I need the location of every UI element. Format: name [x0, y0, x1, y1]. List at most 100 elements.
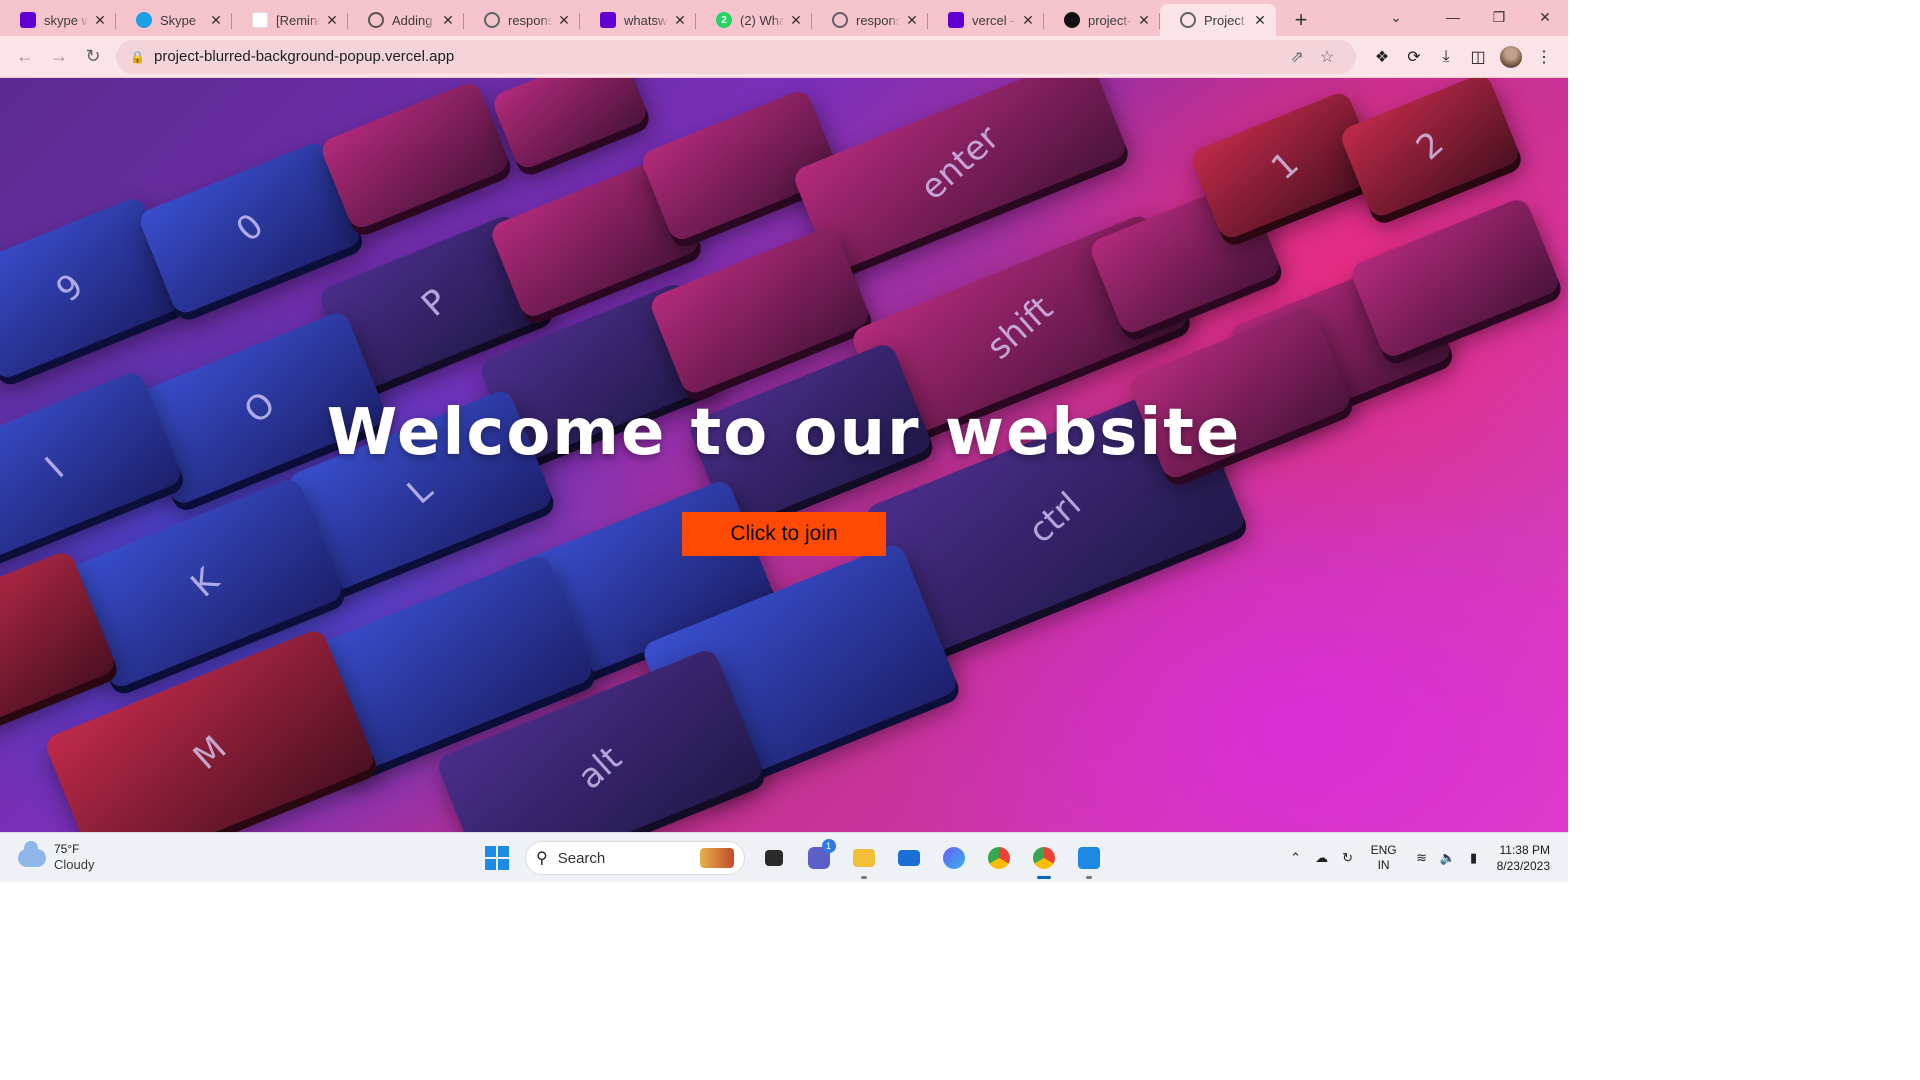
browser-tab[interactable]: [Reminde✕ — [232, 4, 348, 36]
language-indicator[interactable]: ENG IN — [1371, 843, 1397, 873]
globe-icon — [484, 12, 500, 28]
share-icon[interactable]: ⇗ — [1282, 47, 1312, 67]
tab-title: Skype — [160, 12, 197, 28]
bookmark-star-icon[interactable]: ☆ — [1312, 47, 1342, 67]
language-line2: IN — [1377, 858, 1390, 872]
tab-close-icon[interactable]: ✕ — [1020, 12, 1036, 28]
chrome-icon[interactable] — [980, 839, 1018, 877]
url-text[interactable]: project-blurred-background-popup.vercel.… — [154, 48, 1282, 65]
tab-search-chevron-icon[interactable]: ⌄ — [1378, 0, 1414, 34]
browser-tab[interactable]: responsiv✕ — [812, 4, 928, 36]
taskbar-apps: ⚲ Search 1 — [474, 839, 1111, 879]
wifi-icon[interactable]: ≋ — [1410, 846, 1434, 870]
tab-close-icon[interactable]: ✕ — [1252, 12, 1268, 28]
skype-icon — [136, 12, 152, 28]
vercel-icon — [1064, 12, 1080, 28]
weather-condition: Cloudy — [54, 857, 95, 872]
start-windows-icon[interactable] — [478, 839, 516, 877]
cloud-icon — [18, 840, 46, 867]
weather-temp: 75°F — [54, 842, 80, 856]
minimize-icon[interactable]: — — [1430, 0, 1476, 34]
mail-icon[interactable] — [890, 839, 928, 877]
windows-taskbar: 75°F Cloudy ⚲ Search 1 ⌃ ☁ ↻ ENG IN ≋ 🔈 … — [0, 832, 1568, 882]
tab-title: project-b — [1088, 12, 1132, 28]
clock-date: 8/23/2023 — [1496, 859, 1550, 873]
tab-close-icon[interactable]: ✕ — [556, 12, 572, 28]
tab-close-icon[interactable]: ✕ — [92, 12, 108, 28]
globe-icon — [832, 12, 848, 28]
window-controls: ⌄ — ❐ ✕ — [1378, 0, 1568, 34]
lock-icon[interactable]: 🔒 — [130, 50, 145, 64]
volume-icon[interactable]: 🔈 — [1436, 846, 1460, 870]
weather-widget[interactable]: 75°F Cloudy — [18, 840, 95, 873]
browser-tab[interactable]: vercel - Y✕ — [928, 4, 1044, 36]
tab-close-icon[interactable]: ✕ — [208, 12, 224, 28]
whatsapp-icon: 2 — [716, 12, 732, 28]
extensions-puzzle-icon[interactable]: ❖ — [1366, 41, 1398, 73]
file-explorer-icon[interactable] — [845, 839, 883, 879]
key-minus — [318, 79, 512, 232]
language-line1: ENG — [1370, 843, 1397, 857]
browser-tab[interactable]: responsiv✕ — [464, 4, 580, 36]
tab-close-icon[interactable]: ✕ — [440, 12, 456, 28]
yahoo-icon — [600, 12, 616, 28]
chatgpt-icon — [368, 12, 384, 28]
browser-tab[interactable]: skype wel✕ — [0, 4, 116, 36]
browser-tab[interactable]: Skype ✕ — [116, 4, 232, 36]
clock[interactable]: 11:38 PM 8/23/2023 — [1497, 842, 1550, 874]
tab-title: skype wel — [44, 12, 88, 28]
new-tab-button[interactable]: + — [1284, 4, 1318, 36]
yahoo-icon — [948, 12, 964, 28]
tab-close-icon[interactable]: ✕ — [672, 12, 688, 28]
tab-title: [Reminde — [276, 12, 320, 28]
clock-time: 11:38 PM — [1499, 843, 1550, 857]
tab-list: skype wel✕Skype✕[Reminde✕Adding S✕respon… — [0, 0, 1276, 36]
address-bar[interactable]: 🔒 project-blurred-background-popup.verce… — [116, 39, 1356, 74]
gmail-icon — [252, 12, 268, 28]
search-highlight-image — [700, 848, 734, 868]
teams-badge: 1 — [821, 839, 836, 853]
search-placeholder: Search — [557, 849, 606, 867]
system-tray: ⌃ ☁ ↻ ENG IN ≋ 🔈 ▮ 11:38 PM 8/23/2023 — [1283, 833, 1568, 883]
browser-tab[interactable]: Project : E✕ — [1160, 4, 1276, 36]
tab-close-icon[interactable]: ✕ — [1136, 12, 1152, 28]
close-window-icon[interactable]: ✕ — [1522, 0, 1568, 34]
sync-icon[interactable]: ↻ — [1336, 846, 1360, 870]
browser-tab[interactable]: Adding S✕ — [348, 4, 464, 36]
tab-title: Adding S — [392, 12, 436, 28]
key-equals — [490, 78, 650, 172]
vscode-icon[interactable] — [1070, 839, 1108, 879]
join-button[interactable]: Click to join — [682, 512, 886, 556]
key-media-play — [1348, 196, 1562, 360]
hero-title: Welcome to our website — [326, 396, 1242, 470]
page-content: 9 0 P enter O I shift 1 2 L K ctrl M alt… — [0, 78, 1568, 832]
tab-close-icon[interactable]: ✕ — [904, 12, 920, 28]
restore-icon[interactable]: ❐ — [1476, 0, 1522, 34]
tab-title: Project : E — [1204, 12, 1248, 28]
tab-title: whatswel — [624, 12, 668, 28]
tab-close-icon[interactable]: ✕ — [788, 12, 804, 28]
battery-icon[interactable]: ▮ — [1462, 846, 1486, 870]
chrome-profile-icon[interactable] — [1025, 839, 1063, 879]
reload-icon[interactable]: ↻ — [76, 40, 110, 74]
browser-tab[interactable]: whatswel✕ — [580, 4, 696, 36]
forward-arrow-icon[interactable]: → — [42, 40, 76, 74]
chevron-up-icon[interactable]: ⌃ — [1284, 846, 1308, 870]
copilot-icon[interactable] — [935, 839, 973, 877]
download-icon[interactable]: ⤓ — [1430, 41, 1462, 73]
search-icon: ⚲ — [536, 850, 548, 867]
extension-icon[interactable]: ⟳ — [1398, 41, 1430, 73]
menu-kebab-icon[interactable]: ⋮ — [1528, 41, 1560, 73]
browser-tab[interactable]: 2 (2) What✕ — [696, 4, 812, 36]
browser-tab[interactable]: project-b✕ — [1044, 4, 1160, 36]
task-view-icon[interactable] — [755, 839, 793, 877]
tab-close-icon[interactable]: ✕ — [324, 12, 340, 28]
tab-title: responsiv — [508, 12, 552, 28]
side-panel-icon[interactable]: ◫ — [1462, 41, 1494, 73]
teams-chat-icon[interactable]: 1 — [800, 839, 838, 877]
profile-avatar[interactable] — [1500, 45, 1522, 68]
back-arrow-icon[interactable]: ← — [8, 40, 42, 74]
browser-toolbar: ← → ↻ 🔒 project-blurred-background-popup… — [0, 36, 1568, 78]
taskbar-search-box[interactable]: ⚲ Search — [525, 841, 745, 875]
onedrive-icon[interactable]: ☁ — [1310, 846, 1334, 870]
